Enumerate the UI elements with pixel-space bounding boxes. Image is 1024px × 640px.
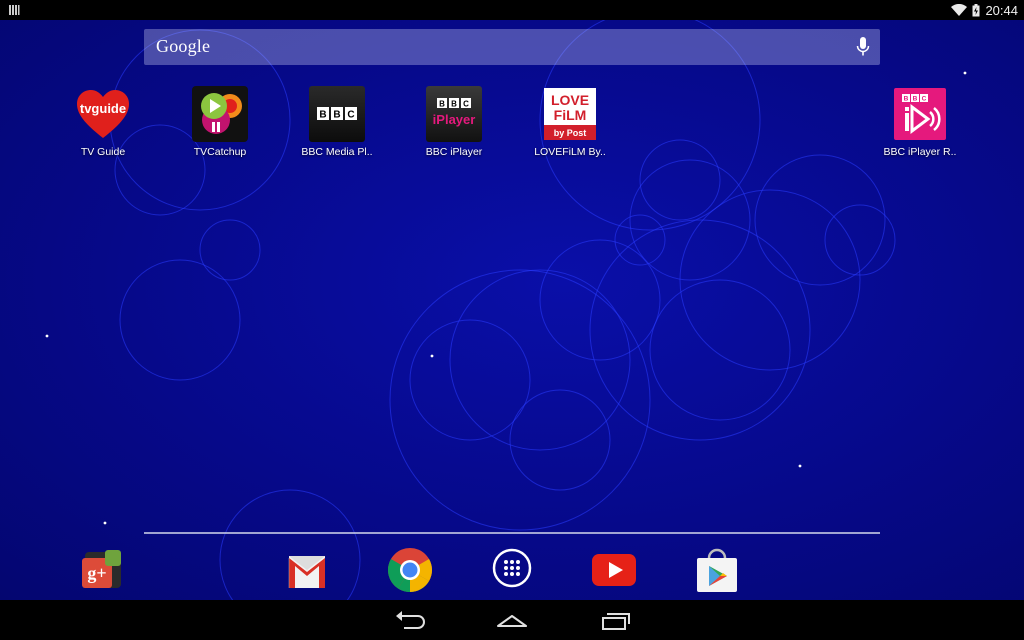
- svg-text:B: B: [319, 110, 326, 121]
- chrome-icon: [387, 548, 432, 593]
- app-label: LOVEFiLM By..: [534, 146, 606, 158]
- google-search-bar[interactable]: Google: [144, 29, 880, 65]
- dock-app-drawer[interactable]: [488, 546, 536, 594]
- status-bar: 20:44: [0, 0, 1024, 20]
- app-drawer-icon: [492, 548, 532, 588]
- navigation-bar: [0, 600, 1024, 640]
- app-label: BBC iPlayer R..: [883, 146, 957, 158]
- bbc-iplayer-icon: B B C iPlayer: [426, 86, 482, 142]
- battery-icon: [972, 3, 980, 16]
- svg-text:C: C: [347, 110, 354, 121]
- wifi-icon: [951, 4, 968, 16]
- search-label: Google: [156, 36, 211, 56]
- dock-chrome[interactable]: [386, 546, 434, 594]
- status-clock: 20:44: [985, 2, 1018, 18]
- mic-icon[interactable]: [856, 37, 870, 57]
- svg-text:B: B: [913, 96, 918, 103]
- svg-text:B: B: [904, 96, 909, 103]
- svg-text:B: B: [333, 110, 340, 121]
- notification-icon: [9, 5, 20, 15]
- play-store-icon: [697, 548, 737, 592]
- tv-guide-icon: tvguide: [75, 86, 131, 142]
- dock-google-plus[interactable]: g+: [79, 546, 127, 594]
- app-lovefilm[interactable]: LOVE FiLM by Post LOVEFiLM By..: [514, 86, 626, 166]
- app-tv-guide[interactable]: tvguide TV Guide: [47, 86, 159, 166]
- app-label: BBC Media Pl..: [301, 146, 373, 158]
- tvcatchup-icon: [192, 86, 248, 142]
- dock-divider: [144, 532, 880, 534]
- dock-gmail[interactable]: [283, 546, 331, 594]
- app-label: TVCatchup: [193, 146, 247, 158]
- home-icon[interactable]: [492, 608, 532, 632]
- dock-youtube[interactable]: [590, 546, 638, 594]
- svg-text:C: C: [463, 100, 469, 109]
- bbc-media-player-icon: B B C: [309, 86, 365, 142]
- google-plus-icon: g+: [82, 550, 121, 588]
- bbc-iplayer-radio-icon: B B C: [892, 86, 948, 142]
- svg-text:B: B: [451, 100, 457, 109]
- iplayer-wordmark: iPlayer: [433, 112, 476, 127]
- app-label: TV Guide: [80, 146, 126, 158]
- app-bbc-iplayer[interactable]: B B C iPlayer BBC iPlayer: [398, 86, 510, 166]
- lovefilm-love-text: LOVE: [551, 92, 589, 108]
- tv-guide-icon-text: tvguide: [80, 101, 126, 116]
- lovefilm-film-text: FiLM: [554, 107, 587, 123]
- svg-text:B: B: [439, 100, 445, 109]
- lovefilm-bypost-text: by Post: [554, 128, 587, 138]
- youtube-icon: [592, 554, 636, 586]
- recents-icon[interactable]: [595, 608, 635, 632]
- app-bbc-iplayer-radio[interactable]: B B C BBC iPlayer R..: [864, 86, 976, 166]
- app-bbc-media-player[interactable]: B B C BBC Media Pl..: [281, 86, 393, 166]
- home-screen: 20:44 Google tvguide TV Guide TVCatchup …: [0, 0, 1024, 640]
- lovefilm-icon: LOVE FiLM by Post: [542, 86, 598, 142]
- dock-play-store[interactable]: [693, 546, 741, 594]
- google-plus-icon-text: g+: [87, 563, 106, 583]
- app-label: BBC iPlayer: [425, 146, 483, 158]
- back-icon[interactable]: [390, 608, 430, 632]
- app-tvcatchup[interactable]: TVCatchup: [164, 86, 276, 166]
- svg-text:C: C: [922, 96, 927, 103]
- gmail-icon: [288, 556, 325, 588]
